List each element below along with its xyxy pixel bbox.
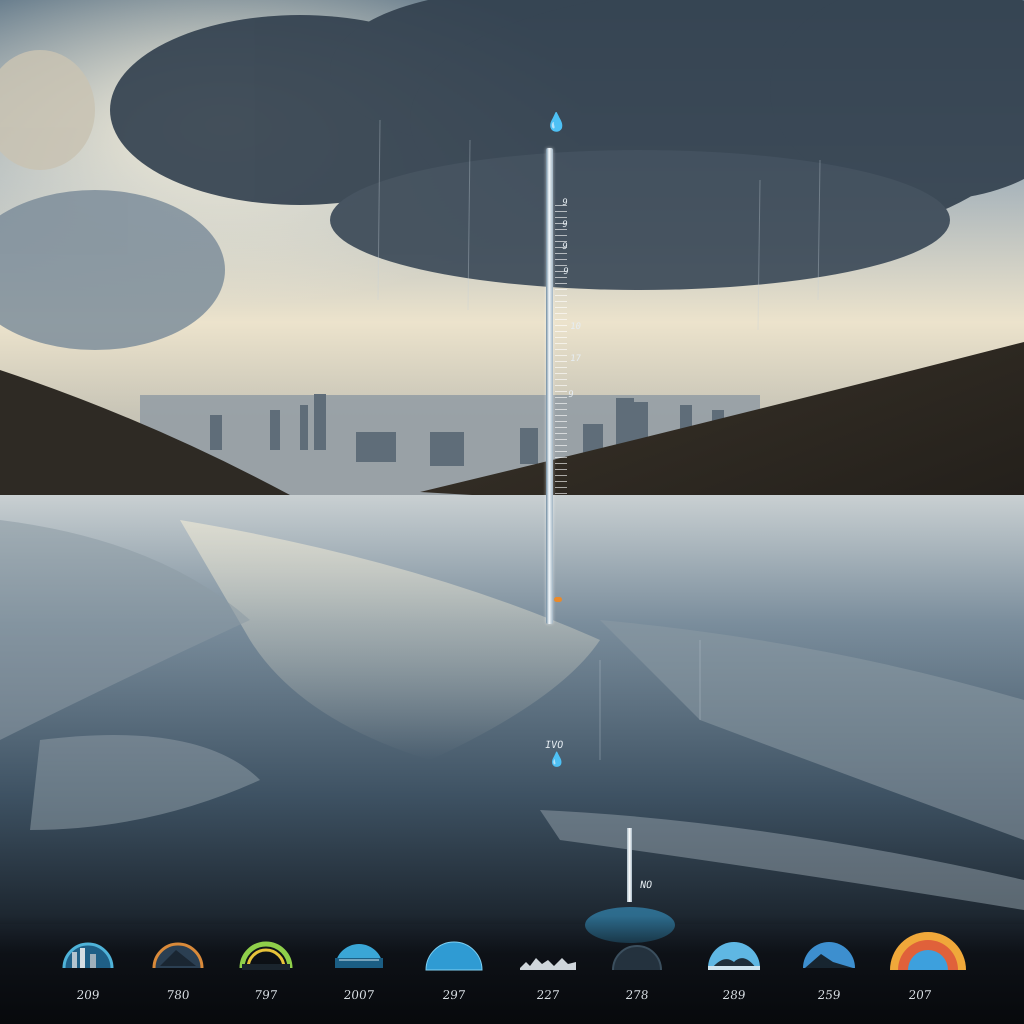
widget-caption [702,976,766,984]
widget-caption [422,976,486,984]
rainbow-arc-icon [890,932,966,970]
cloud-scene-icon [708,942,760,970]
widget-caption [797,976,861,984]
sunset-arc-icon [152,942,204,969]
widget-5[interactable]: 297 [422,928,486,1012]
gauge-reading-mid: IVO [544,740,564,751]
widget-1[interactable]: 209 [56,928,120,1012]
widget-caption [56,976,120,984]
water-drop-icon: 💧 [545,112,568,133]
widget-8[interactable]: 289 [702,928,766,1012]
widget-10[interactable]: 207 [888,928,966,1012]
widget-caption [146,976,210,984]
rainy-landscape-scene [0,0,1024,943]
small-drop-icon: 💧 [548,752,566,768]
sky-dome-icon [425,941,483,971]
widget-7[interactable]: 278 [605,928,669,1012]
widget-value: 278 [624,988,650,1002]
widget-caption [888,976,952,984]
widget-value: 297 [441,988,467,1002]
widget-value: 797 [253,988,279,1002]
gauge-tick-label: 17 [569,354,582,364]
widget-4[interactable]: 2007 [327,928,391,1012]
widget-value: 259 [816,988,842,1002]
water-scene-icon [335,944,383,968]
lower-gauge-bar [627,828,632,902]
city-scene-icon [62,942,114,969]
dark-dome-icon [612,945,662,971]
rainbow-gauge-icon [239,941,293,970]
widget-2[interactable]: 780 [146,928,210,1012]
widget-value: 227 [535,988,561,1002]
skyline-icon [520,958,576,970]
gauge-reading-low: NO [639,880,653,891]
widget-value: 2007 [342,988,376,1002]
widget-caption [516,976,580,984]
landscape-icon [803,942,855,968]
widget-caption [234,976,298,984]
widget-value: 289 [721,988,747,1002]
widget-6[interactable]: 227 [516,928,580,1012]
gauge-level-marker [554,597,562,602]
widget-caption [605,976,669,984]
widget-9[interactable]: 259 [797,928,861,1012]
widget-caption [327,976,391,984]
widget-3[interactable]: 797 [234,928,298,1012]
widget-value: 209 [75,988,101,1002]
rain-gauge-tube [546,148,553,624]
widget-value: 780 [165,988,191,1002]
widget-value: 207 [907,988,933,1002]
gauge-tick-label: 10 [569,322,582,332]
